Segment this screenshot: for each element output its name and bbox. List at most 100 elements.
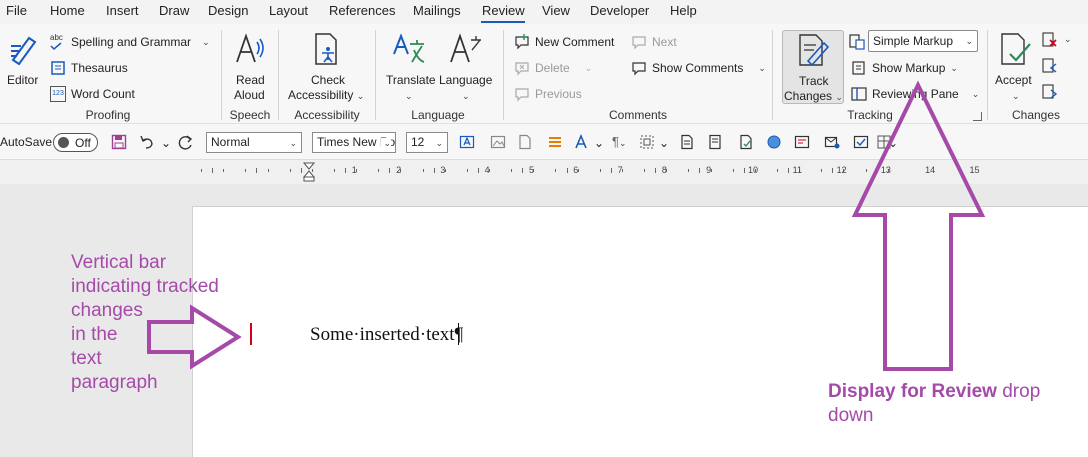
group-label-changes: Changes — [1011, 108, 1061, 122]
spelling-grammar-label: Spelling and Grammar — [71, 35, 192, 49]
spelling-grammar-button[interactable]: abc Spelling and Grammar ⌄ — [50, 34, 210, 50]
autosave-label: AutoSave — [0, 135, 53, 149]
accept-button[interactable]: Accept ⌄ — [992, 30, 1038, 101]
annotation-left-line: Vertical bar — [71, 252, 167, 273]
chevron-down-icon: ⌄ — [462, 91, 470, 101]
menu-draw[interactable]: Draw — [159, 3, 189, 18]
accept-icon — [1001, 33, 1031, 65]
menu-insert[interactable]: Insert — [106, 3, 139, 18]
previous-change-icon[interactable] — [1042, 58, 1058, 74]
word-count-button[interactable]: 123 Word Count — [50, 86, 135, 102]
menu-design[interactable]: Design — [208, 3, 248, 18]
document-check-icon[interactable] — [738, 134, 754, 150]
language-icon — [450, 33, 481, 63]
chevron-down-icon: ⌄ — [758, 62, 766, 73]
menu-mailings[interactable]: Mailings — [413, 3, 461, 18]
ruler-number: 13 — [880, 165, 891, 175]
autosave-toggle[interactable]: Off — [53, 133, 98, 152]
translate-label: Translate — [386, 73, 436, 87]
menu-review[interactable]: Review — [482, 3, 525, 18]
ruler-number: 8 — [661, 165, 667, 175]
chevron-down-icon[interactable]: ⌄ — [161, 136, 171, 150]
menu-developer[interactable]: Developer — [590, 3, 649, 18]
editor-button[interactable]: Editor — [4, 30, 44, 90]
show-formatting-marks-icon[interactable]: ¶⌄ — [612, 134, 627, 149]
ruler-number: 11 — [792, 165, 802, 175]
check-accessibility-button[interactable]: Check Accessibility ⌄ — [286, 30, 368, 102]
chevron-down-icon[interactable]: ⌄ — [659, 136, 669, 150]
line-spacing-icon[interactable] — [547, 134, 563, 150]
text-cursor — [458, 323, 459, 345]
display-for-review-dropdown[interactable]: Simple Markup ⌄ — [868, 30, 978, 52]
ruler-number: 4 — [484, 165, 490, 175]
print-preview-icon[interactable] — [708, 134, 724, 150]
indent-marker-icon[interactable] — [303, 162, 315, 182]
mail-icon[interactable] — [824, 134, 840, 150]
globe-icon[interactable] — [766, 134, 782, 150]
tracking-options-launcher[interactable] — [973, 112, 982, 121]
annotation-right-bold: Display for Review — [828, 381, 997, 402]
undo-icon[interactable] — [139, 134, 155, 150]
menu-bar: File Home Insert Draw Design Layout Refe… — [0, 0, 1088, 24]
tracked-change-bar[interactable] — [250, 323, 252, 345]
thesaurus-button[interactable]: Thesaurus — [50, 60, 128, 76]
new-comment-button[interactable]: New Comment — [514, 34, 614, 50]
style-combo[interactable]: Normal ⌄ — [206, 132, 302, 153]
group-label-proofing: Proofing — [85, 108, 131, 122]
next-comment-button[interactable]: Next — [631, 34, 677, 50]
redo-icon[interactable] — [178, 134, 194, 150]
save-icon[interactable] — [111, 134, 127, 150]
chevron-down-icon: ⌄ — [381, 138, 391, 149]
chevron-down-icon: ⌄ — [202, 36, 210, 47]
language-button[interactable]: Language ⌄ — [438, 30, 492, 101]
group-label-language: Language — [411, 108, 465, 122]
annotation-left: Vertical bar indicating tracked changes … — [71, 251, 241, 395]
horizontal-ruler[interactable]: 1 2 3 4 5 6 7 8 9 10 11 12 13 14 15 — [0, 160, 1088, 184]
ruler-number: 12 — [836, 165, 847, 175]
track-changes-small-icon[interactable] — [794, 134, 810, 150]
thesaurus-label: Thesaurus — [71, 61, 128, 75]
menu-help[interactable]: Help — [670, 3, 697, 18]
select-objects-icon[interactable] — [639, 134, 655, 150]
ruler-number: 7 — [617, 165, 623, 175]
show-markup-label: Show Markup — [872, 61, 946, 75]
document-icon[interactable] — [679, 134, 695, 150]
ruler-tick — [267, 169, 269, 172]
document-text[interactable]: Some·inserted·text¶ — [310, 324, 463, 346]
page-icon[interactable] — [517, 134, 533, 150]
insert-picture-icon[interactable] — [490, 134, 506, 150]
reviewing-pane-button[interactable]: Reviewing Pane ⌄ — [851, 86, 979, 102]
menu-view[interactable]: View — [542, 3, 570, 18]
delete-comment-button[interactable]: Delete ⌄ — [514, 60, 592, 76]
read-aloud-button[interactable]: Read Aloud — [228, 30, 272, 102]
menu-references[interactable]: References — [329, 3, 395, 18]
font-combo[interactable]: Times New Roman ⌄ — [312, 132, 396, 153]
font-size-combo[interactable]: 12 ⌄ — [406, 132, 448, 153]
toggle-knob — [58, 137, 69, 148]
spelling-abc-glyph: abc — [50, 33, 63, 42]
spelling-check-icon: abc — [50, 34, 66, 50]
ruler-tick — [223, 169, 225, 172]
ruler-tick — [610, 168, 612, 173]
reject-button[interactable]: ⌄ — [1042, 32, 1076, 52]
translate-button[interactable]: Translate ⌄ — [384, 30, 436, 101]
menu-file[interactable]: File — [6, 3, 27, 18]
previous-comment-label: Previous — [535, 87, 582, 101]
show-markup-button[interactable]: Show Markup ⌄ — [851, 60, 958, 76]
ruler-tick — [776, 169, 778, 172]
spelling-small-icon[interactable] — [853, 134, 869, 150]
ruler-tick — [688, 169, 690, 172]
font-color-icon[interactable] — [573, 134, 589, 150]
track-changes-button[interactable]: Track Changes ⌄ — [782, 30, 844, 104]
next-change-icon[interactable] — [1042, 84, 1058, 100]
chevron-down-icon[interactable]: ⌄ — [594, 136, 604, 150]
track-changes-label-1: Track — [799, 74, 829, 88]
previous-comment-button[interactable]: Previous — [514, 86, 582, 102]
menu-layout[interactable]: Layout — [269, 3, 308, 18]
group-divider — [278, 30, 279, 120]
ruler-tick — [333, 169, 335, 172]
customize-toolbar-icon[interactable]: ⌄ — [888, 136, 898, 150]
menu-home[interactable]: Home — [50, 3, 85, 18]
text-box-icon[interactable] — [459, 134, 475, 150]
show-comments-button[interactable]: Show Comments ⌄ — [631, 60, 766, 76]
